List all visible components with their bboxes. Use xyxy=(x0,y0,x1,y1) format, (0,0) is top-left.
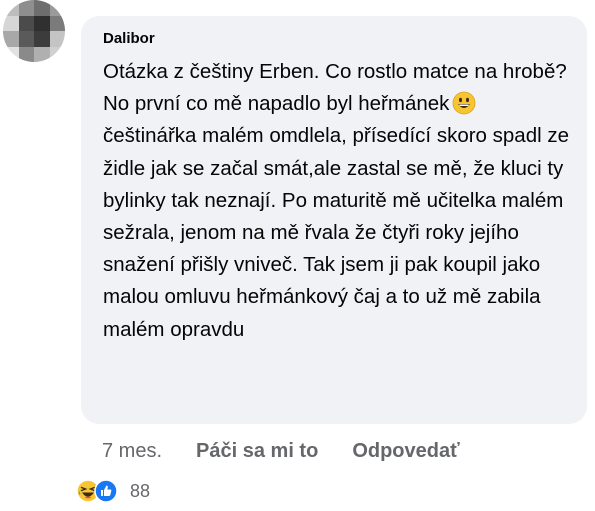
comment-author[interactable]: Dalibor xyxy=(103,30,587,48)
comment-actions: 7 mes. Páči sa mi to Odpovedať xyxy=(102,436,460,466)
reaction-summary[interactable]: 88 xyxy=(76,478,150,504)
like-button[interactable]: Páči sa mi to xyxy=(196,440,318,463)
comment-text: Otázka z češtiny Erben. Co rostlo matce … xyxy=(103,56,573,346)
avatar[interactable] xyxy=(3,0,65,62)
reply-button[interactable]: Odpovedať xyxy=(352,440,459,463)
grinning-face-icon xyxy=(453,91,476,115)
like-thumb-icon xyxy=(94,479,118,503)
reaction-count: 88 xyxy=(130,480,151,501)
comment-text-part-2: češtinářka malém omdlela, přísedící skor… xyxy=(103,124,570,341)
comment-bubble: Dalibor Otázka z češtiny Erben. Co rostl… xyxy=(81,16,587,424)
comment-text-part-1: Otázka z češtiny Erben. Co rostlo matce … xyxy=(103,60,567,116)
comment-timestamp[interactable]: 7 mes. xyxy=(102,440,162,463)
